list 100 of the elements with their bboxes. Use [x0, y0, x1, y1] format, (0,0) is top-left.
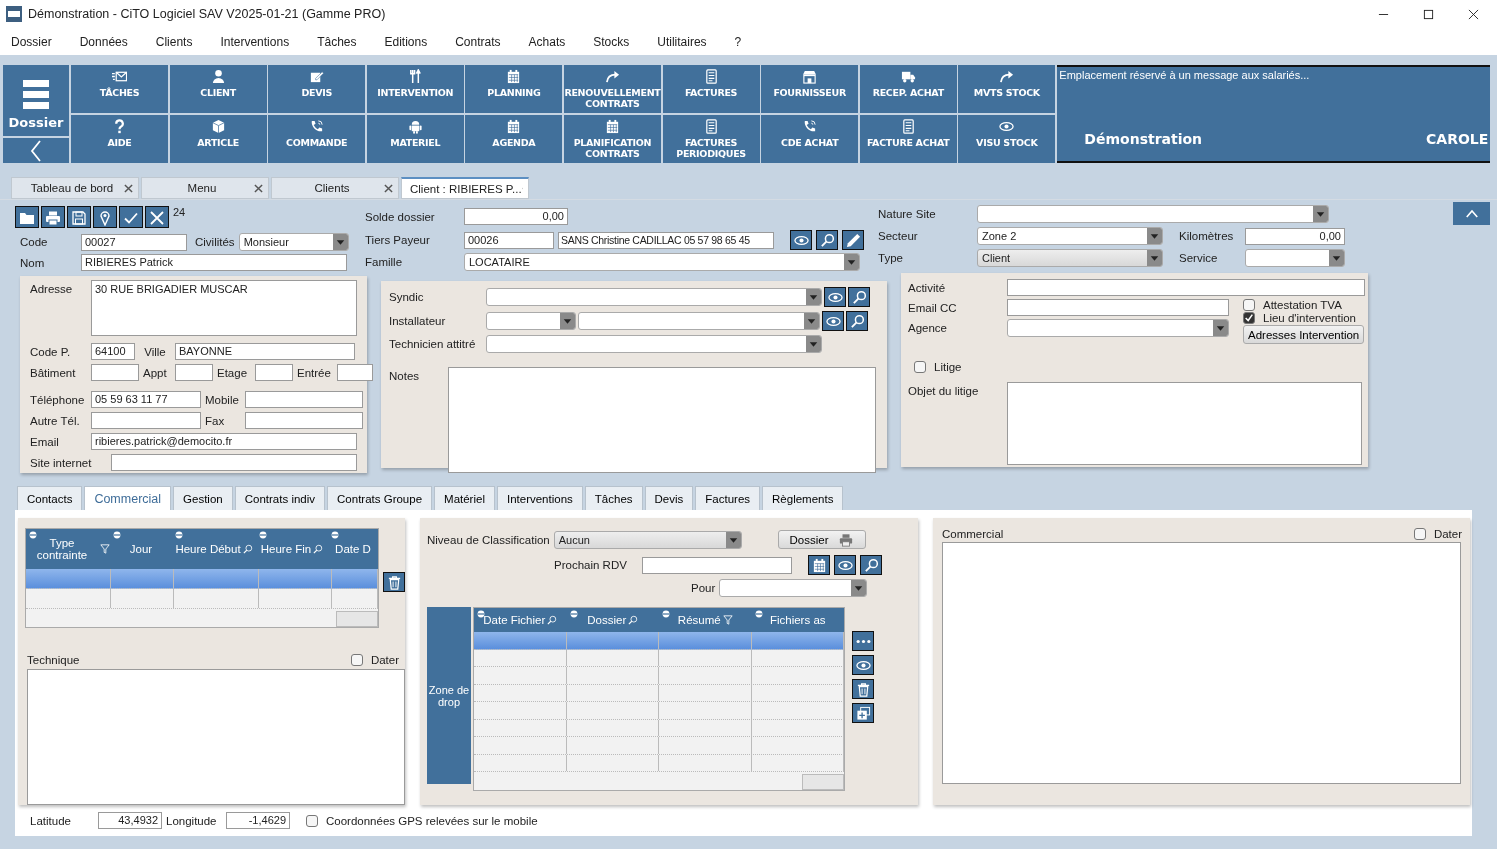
toolbar-button[interactable]: AGENDA: [465, 115, 563, 163]
toolbar-button[interactable]: PLANNING: [465, 65, 563, 113]
menu-item[interactable]: Stocks: [593, 34, 630, 49]
tab[interactable]: Interventions: [496, 486, 583, 510]
text-field[interactable]: BAYONNE: [175, 343, 355, 360]
tab[interactable]: Gestion: [173, 486, 233, 510]
technical-notes-field[interactable]: [27, 669, 405, 805]
toolbar-button[interactable]: RENOUVELLEMENT CONTRATS: [563, 65, 661, 113]
save-button[interactable]: [67, 206, 91, 228]
toolbar-button[interactable]: FACTURES: [662, 65, 760, 113]
close-icon[interactable]: [384, 183, 393, 193]
text-field[interactable]: 43,4932: [98, 812, 162, 829]
toolbar-button[interactable]: CDE ACHAT: [761, 115, 859, 163]
search-icon[interactable]: [313, 544, 324, 554]
text-field[interactable]: [111, 454, 357, 471]
cancel-button[interactable]: [145, 206, 169, 228]
view-button[interactable]: [852, 655, 874, 675]
column-header[interactable]: Heure Fin: [256, 529, 328, 569]
document-tab[interactable]: Menu: [141, 177, 269, 199]
column-header[interactable]: Type contrainte: [26, 529, 110, 569]
tab[interactable]: Factures: [695, 486, 761, 510]
checkbox[interactable]: [914, 361, 926, 373]
dropdown[interactable]: [486, 312, 576, 330]
dropdown[interactable]: LOCATAIRE: [464, 253, 860, 271]
search-button[interactable]: [860, 555, 882, 575]
commercial-notes-field[interactable]: [942, 542, 1461, 784]
search-icon[interactable]: [628, 615, 639, 625]
address-field[interactable]: 30 RUE BRIGADIER MUSCAR: [91, 280, 357, 336]
search-button[interactable]: [816, 230, 838, 250]
scrollbar[interactable]: [336, 611, 378, 627]
drop-zone[interactable]: Zone de drop: [427, 607, 471, 784]
view-button[interactable]: [834, 555, 856, 575]
view-button[interactable]: [790, 230, 812, 250]
column-header[interactable]: Résumé: [659, 608, 752, 632]
text-field[interactable]: 00027: [81, 233, 187, 251]
text-field[interactable]: [91, 364, 139, 381]
collapse-button[interactable]: [1453, 202, 1490, 225]
menu-item[interactable]: Données: [79, 34, 128, 49]
text-field[interactable]: 00026: [464, 231, 554, 249]
toolbar-button[interactable]: RECEP. ACHAT: [859, 65, 957, 113]
filter-icon[interactable]: [722, 615, 733, 625]
checkbox[interactable]: [1243, 299, 1255, 311]
document-tab[interactable]: Clients: [271, 177, 399, 199]
text-field[interactable]: [1007, 279, 1365, 296]
document-tab[interactable]: Client : RIBIERES P...: [401, 177, 529, 199]
column-header[interactable]: Date Fichier: [474, 608, 567, 632]
edit-button[interactable]: [842, 230, 864, 250]
text-field[interactable]: [245, 412, 363, 429]
toolbar-button[interactable]: INTERVENTION: [366, 65, 464, 113]
text-field[interactable]: -1,4629: [226, 812, 290, 829]
dropdown[interactable]: [1007, 319, 1229, 337]
dropdown[interactable]: [977, 205, 1329, 223]
toolbar-button[interactable]: CLIENT: [169, 65, 267, 113]
text-field[interactable]: ribieres.patrick@democito.fr: [91, 433, 357, 450]
toolbar-button[interactable]: ARTICLE: [169, 115, 267, 163]
view-button[interactable]: [822, 311, 844, 331]
menu-item[interactable]: Dossier: [11, 34, 52, 49]
text-field[interactable]: [91, 412, 201, 429]
text-field[interactable]: 05 59 63 11 77: [91, 391, 201, 408]
menu-item[interactable]: Utilitaires: [657, 34, 707, 49]
document-tab[interactable]: Tableau de bord: [11, 177, 139, 199]
text-field[interactable]: 0,00: [1245, 227, 1345, 245]
close-icon[interactable]: [254, 183, 263, 193]
search-icon[interactable]: [242, 544, 253, 554]
dropdown[interactable]: Client: [977, 249, 1163, 267]
dossier-button[interactable]: Dossier: [3, 65, 69, 136]
intervention-addresses-button[interactable]: Adresses Intervention: [1243, 325, 1365, 344]
text-field[interactable]: [245, 391, 363, 408]
column-header[interactable]: Dossier: [566, 608, 659, 632]
checkbox[interactable]: [1243, 312, 1255, 324]
text-field[interactable]: RIBIERES Patrick: [81, 254, 347, 271]
scrollbar[interactable]: [802, 774, 844, 790]
notes-field[interactable]: [448, 367, 876, 473]
calendar-button[interactable]: [808, 555, 830, 575]
toolbar-button[interactable]: AIDE: [71, 115, 168, 163]
text-field[interactable]: [175, 364, 213, 381]
menu-item[interactable]: Contrats: [455, 34, 501, 49]
open-button[interactable]: [15, 206, 39, 228]
toolbar-button[interactable]: PLANIFICATION CONTRATS: [563, 115, 661, 163]
column-header[interactable]: Jour: [110, 529, 172, 569]
column-header[interactable]: Date D: [328, 529, 378, 569]
text-field[interactable]: [255, 364, 293, 381]
toolbar-button[interactable]: MVTS STOCK: [958, 65, 1056, 113]
dropdown[interactable]: Zone 2: [977, 227, 1163, 245]
tab[interactable]: Matériel: [434, 486, 495, 510]
checkbox[interactable]: [306, 814, 318, 827]
maximize-icon[interactable]: [1423, 8, 1434, 20]
validate-button[interactable]: [119, 206, 143, 228]
tab[interactable]: Contrats indiv: [234, 486, 326, 510]
tab[interactable]: Contacts: [17, 486, 83, 510]
toolbar-button[interactable]: DEVIS: [268, 65, 366, 113]
delete-button[interactable]: [852, 679, 874, 699]
menu-item[interactable]: ?: [734, 34, 742, 49]
tab[interactable]: Contrats Groupe: [327, 486, 433, 510]
filter-icon[interactable]: [100, 544, 110, 554]
dropdown[interactable]: Aucun: [553, 530, 742, 549]
tab[interactable]: Règlements: [762, 486, 844, 510]
toolbar-button[interactable]: MATERIEL: [366, 115, 464, 163]
toolbar-button[interactable]: COMMANDE: [268, 115, 366, 163]
toolbar-button[interactable]: FOURNISSEUR: [761, 65, 859, 113]
